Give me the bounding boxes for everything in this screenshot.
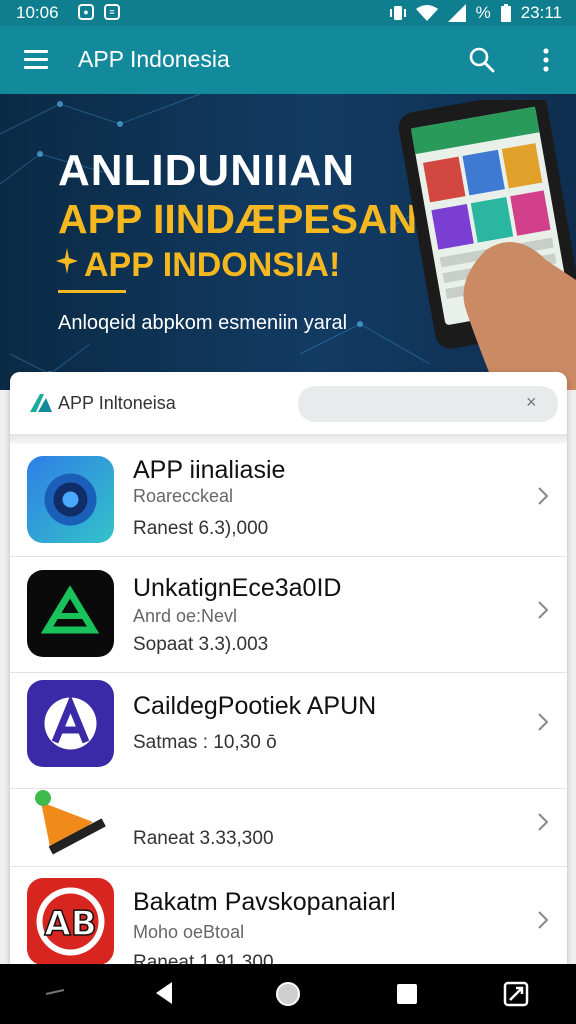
phone-illustration xyxy=(398,100,576,390)
brand-logo-icon xyxy=(30,394,52,412)
sparkle-icon xyxy=(56,248,78,274)
promo-banner[interactable]: ANLIDUNIIAN APP IINDÆPESAN APP INDONSIA!… xyxy=(0,94,576,390)
notification-icon: ● xyxy=(78,4,94,20)
chevron-right-icon xyxy=(538,713,549,731)
app-price: Satmas : 10,30 ō xyxy=(133,732,277,753)
svg-text:AB: AB xyxy=(44,904,96,944)
wifi-icon xyxy=(415,5,438,21)
system-navigation-bar xyxy=(0,964,576,1024)
banner-underline xyxy=(58,290,126,293)
chevron-right-icon xyxy=(538,601,549,619)
rotate-screen-icon[interactable] xyxy=(502,980,530,1008)
signal-icon xyxy=(447,4,466,22)
app-bar: APP Indonesia xyxy=(0,26,576,94)
camera-app-icon xyxy=(27,456,114,543)
battery-icon xyxy=(500,4,511,22)
app-title: Bakatm Pavskopanaiarl xyxy=(133,888,396,916)
app-list-item[interactable]: UnkatignEce3a0ID Anrd oe:Nevl Sopaat 3.3… xyxy=(10,556,567,673)
app-price: Raneat 1.91,300 xyxy=(133,952,274,964)
status-bar: 10:06 ● ≡ % 23:11 xyxy=(0,0,576,26)
app-subtitle: Roarecckeal xyxy=(133,486,234,506)
megaphone-app-icon xyxy=(27,782,114,869)
app-list-card: APP Inltoneisa × APP iinaliasie Roarecck… xyxy=(10,372,567,964)
chevron-right-icon xyxy=(538,813,549,831)
app-list-item[interactable]: AB Bakatm Pavskopanaiarl Moho oeBtoal Ra… xyxy=(10,868,567,964)
banner-headline-3: APP INDONSIA! xyxy=(84,246,341,284)
app-subtitle: Anrd oe:Nevl xyxy=(133,606,238,626)
card-header: APP Inltoneisa × xyxy=(10,372,567,434)
battery-percent: % xyxy=(475,3,491,22)
app-title: UnkatignEce3a0ID xyxy=(133,574,342,602)
search-icon[interactable] xyxy=(468,46,496,74)
banner-headline-2: APP IINDÆPESAN xyxy=(58,196,418,242)
message-icon: ≡ xyxy=(104,4,120,20)
back-icon[interactable] xyxy=(152,980,176,1006)
app-price: Sopaat 3.3).003 xyxy=(133,634,269,655)
ab-badge-app-icon: AB xyxy=(27,878,114,964)
app-price: Ranest 6.3),000 xyxy=(133,518,269,539)
recents-icon[interactable] xyxy=(396,983,418,1005)
clear-search-icon[interactable]: × xyxy=(526,392,537,413)
app-title: APP iinaliasie xyxy=(133,456,286,484)
app-title: CaildegPootiek APUN xyxy=(133,692,377,720)
menu-icon[interactable] xyxy=(24,50,48,70)
home-icon[interactable] xyxy=(274,980,302,1008)
chevron-right-icon xyxy=(538,911,549,929)
recycle-app-icon xyxy=(27,570,114,657)
app-list-item[interactable]: APP iinaliasie Roarecckeal Ranest 6.3),0… xyxy=(10,440,567,557)
app-price: Raneat 3.33,300 xyxy=(133,828,274,849)
status-time: 10:06 xyxy=(16,3,59,22)
brand-name: APP Inltoneisa xyxy=(58,393,176,413)
keyboard-hide-icon[interactable] xyxy=(44,980,68,1004)
letter-a-app-icon xyxy=(27,680,114,767)
more-vert-icon[interactable] xyxy=(536,46,556,74)
app-list-item[interactable]: Raneat 3.33,300 xyxy=(10,772,567,867)
chevron-right-icon xyxy=(538,487,549,505)
vibrate-icon xyxy=(389,6,406,20)
app-subtitle: Moho oeBtoal xyxy=(133,922,245,942)
search-input[interactable] xyxy=(298,386,558,422)
banner-headline-1: ANLIDUNIIAN xyxy=(58,146,355,195)
status-clock-right: 23:11 xyxy=(520,3,562,22)
banner-tagline: Anloqeid abpkom esmeniin yaral xyxy=(58,312,348,334)
app-title: APP Indonesia xyxy=(78,46,230,72)
